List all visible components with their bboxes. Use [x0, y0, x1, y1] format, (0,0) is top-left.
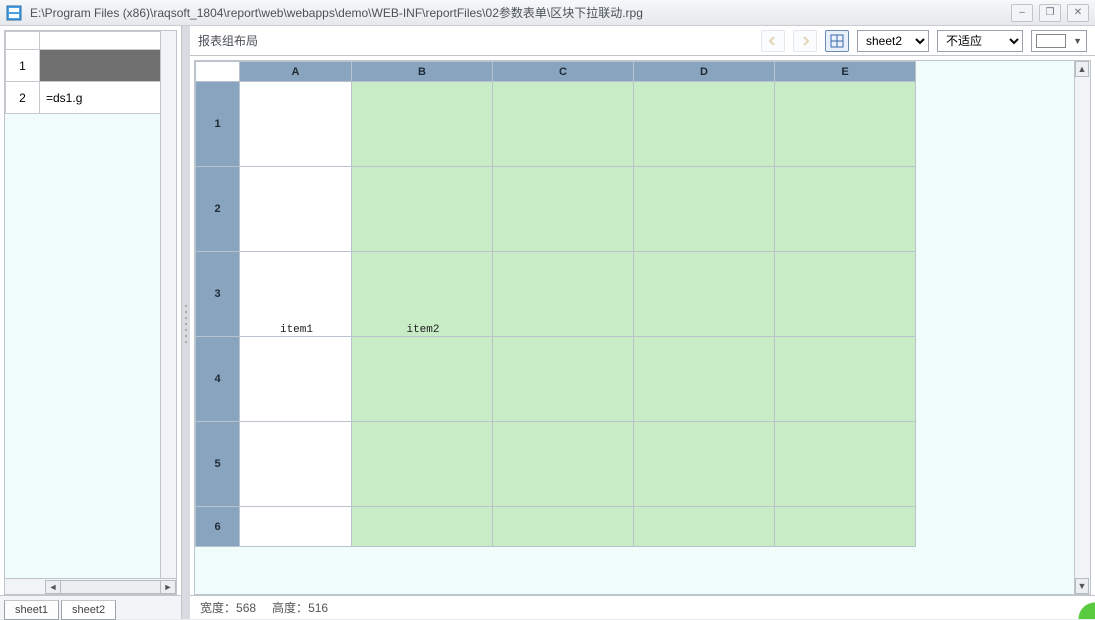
cell-C3[interactable] [493, 252, 634, 337]
left-mini-grid[interactable]: 1 2 =ds1.g ◄ ► [4, 30, 177, 595]
left-panel: 1 2 =ds1.g ◄ ► sheet1 sheet2 [0, 26, 182, 619]
main-grid-container: A B C D E 1 2 3 item1 item2 4 5 6 ▲ ▼ [194, 60, 1091, 595]
app-icon [6, 5, 22, 21]
close-button[interactable]: ✕ [1067, 4, 1089, 22]
cell-E1[interactable] [775, 82, 916, 167]
sheet-tab-2[interactable]: sheet2 [61, 600, 116, 620]
status-width: 宽度：568 [200, 599, 256, 616]
fit-mode-select[interactable]: 不适应 [937, 30, 1023, 52]
col-header-E[interactable]: E [775, 62, 916, 82]
color-picker[interactable]: ▼ [1031, 30, 1087, 52]
main-grid[interactable]: A B C D E 1 2 3 item1 item2 4 5 6 [195, 61, 1074, 594]
col-header-D[interactable]: D [634, 62, 775, 82]
status-height: 高度：516 [272, 599, 328, 616]
toolbar-title: 报表组布局 [198, 32, 753, 49]
cell-B3-text: item2 [406, 324, 439, 336]
col-header-A[interactable]: A [240, 62, 352, 82]
corner-indicator-icon [1073, 597, 1095, 619]
cell-A2[interactable] [240, 167, 352, 252]
col-header-C[interactable]: C [493, 62, 634, 82]
window-buttons: – ❐ ✕ [1011, 4, 1089, 22]
cell-C4[interactable] [493, 337, 634, 422]
cell-A4[interactable] [240, 337, 352, 422]
cell-E5[interactable] [775, 422, 916, 507]
mini-cell-selected[interactable] [40, 50, 176, 82]
right-panel: 报表组布局 sheet2 不适应 ▼ [190, 26, 1095, 619]
cell-D6[interactable] [634, 507, 775, 547]
row-header-4[interactable]: 4 [196, 337, 240, 422]
sheet-select[interactable]: sheet2 [857, 30, 929, 52]
sheet-tab-1[interactable]: sheet1 [4, 600, 59, 620]
chevron-down-icon: ▼ [1073, 36, 1082, 46]
cell-D3[interactable] [634, 252, 775, 337]
cell-B4[interactable] [352, 337, 493, 422]
scroll-left-button[interactable]: ◄ [45, 580, 61, 594]
mini-row-header-1[interactable]: 1 [6, 50, 40, 82]
cell-B1[interactable] [352, 82, 493, 167]
cell-A1[interactable] [240, 82, 352, 167]
mini-cell-formula[interactable]: =ds1.g [40, 82, 176, 114]
status-height-label: 高度： [272, 601, 308, 615]
cell-E6[interactable] [775, 507, 916, 547]
corner-cell[interactable] [196, 62, 240, 82]
vertical-splitter[interactable] [182, 26, 190, 619]
cell-B3[interactable]: item2 [352, 252, 493, 337]
scroll-down-button[interactable]: ▼ [1075, 578, 1089, 594]
cell-B6[interactable] [352, 507, 493, 547]
cell-D2[interactable] [634, 167, 775, 252]
grid-mode-button[interactable] [825, 30, 849, 52]
cell-A3[interactable]: item1 [240, 252, 352, 337]
cell-A3-text: item1 [280, 324, 313, 336]
cell-E4[interactable] [775, 337, 916, 422]
cell-E2[interactable] [775, 167, 916, 252]
status-width-label: 宽度： [200, 601, 236, 615]
main-split: 1 2 =ds1.g ◄ ► sheet1 sheet2 [0, 26, 1095, 619]
cell-A6[interactable] [240, 507, 352, 547]
status-bar: 宽度：568 高度：516 [190, 595, 1095, 619]
scroll-track[interactable] [61, 580, 160, 594]
right-toolbar: 报表组布局 sheet2 不适应 ▼ [190, 26, 1095, 56]
undo-button[interactable] [761, 30, 785, 52]
cell-B5[interactable] [352, 422, 493, 507]
mini-row-header-2[interactable]: 2 [6, 82, 40, 114]
left-sheet-tabs: sheet1 sheet2 [0, 595, 181, 619]
row-header-5[interactable]: 5 [196, 422, 240, 507]
status-height-value: 516 [308, 601, 328, 615]
main-vertical-scrollbar[interactable]: ▲ ▼ [1074, 61, 1090, 594]
cell-E3[interactable] [775, 252, 916, 337]
left-horizontal-scrollbar[interactable]: ◄ ► [5, 578, 176, 594]
cell-C5[interactable] [493, 422, 634, 507]
row-header-1[interactable]: 1 [196, 82, 240, 167]
cell-C2[interactable] [493, 167, 634, 252]
window-titlebar: E:\Program Files (x86)\raqsoft_1804\repo… [0, 0, 1095, 26]
row-header-3[interactable]: 3 [196, 252, 240, 337]
cell-C6[interactable] [493, 507, 634, 547]
cell-D4[interactable] [634, 337, 775, 422]
window-title: E:\Program Files (x86)\raqsoft_1804\repo… [30, 4, 1003, 21]
col-header-B[interactable]: B [352, 62, 493, 82]
cell-D1[interactable] [634, 82, 775, 167]
row-header-2[interactable]: 2 [196, 167, 240, 252]
cell-C1[interactable] [493, 82, 634, 167]
cell-B2[interactable] [352, 167, 493, 252]
status-width-value: 568 [236, 601, 256, 615]
left-vertical-scrollbar[interactable] [160, 31, 176, 578]
scroll-right-button[interactable]: ► [160, 580, 176, 594]
color-swatch [1036, 34, 1066, 48]
cell-A5[interactable] [240, 422, 352, 507]
maximize-button[interactable]: ❐ [1039, 4, 1061, 22]
minimize-button[interactable]: – [1011, 4, 1033, 22]
scroll-up-button[interactable]: ▲ [1075, 61, 1089, 77]
row-header-6[interactable]: 6 [196, 507, 240, 547]
redo-button[interactable] [793, 30, 817, 52]
cell-D5[interactable] [634, 422, 775, 507]
